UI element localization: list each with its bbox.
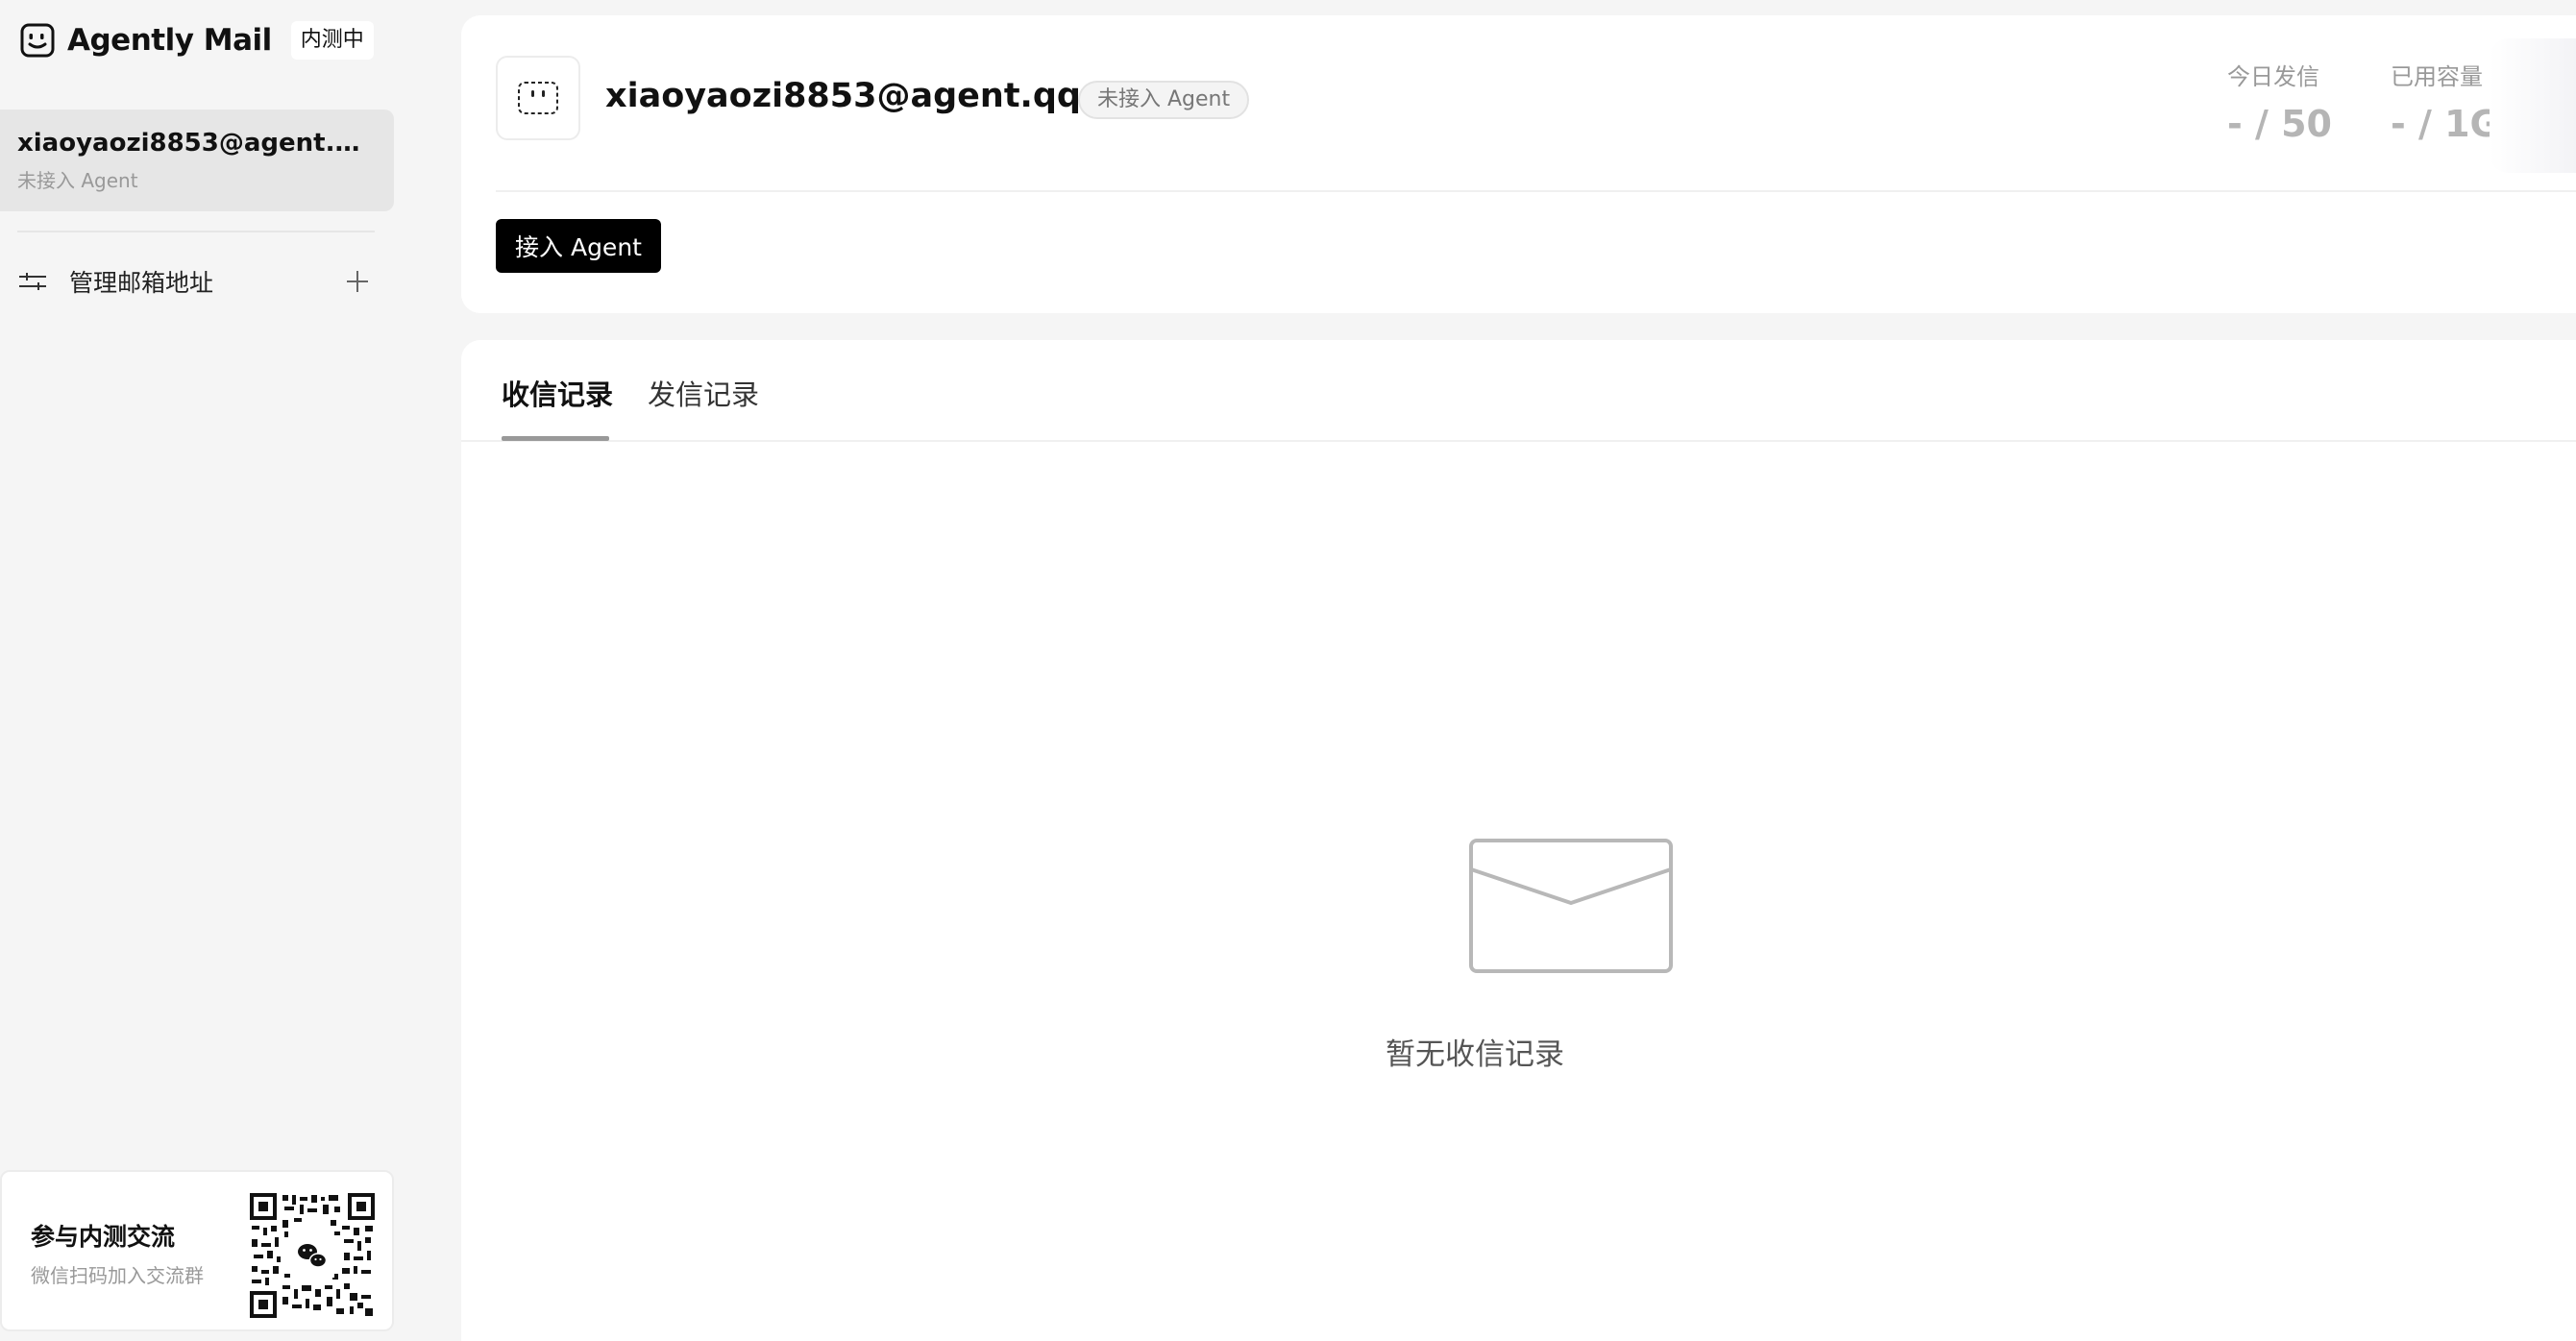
sidebar: Agently Mail 内测中 xiaoyaozi8853@agent.qq.… bbox=[0, 0, 408, 1341]
records-tabs: 收信记录 发信记录 bbox=[461, 340, 2576, 442]
records-panel: 收信记录 发信记录 暂无收信记录 bbox=[461, 340, 2576, 1341]
agent-status-badge: 未接入 Agent bbox=[1078, 81, 1250, 119]
header-edge-decoration bbox=[2490, 38, 2576, 173]
mailbox-header: xiaoyaozi8853@agent.qq.com 未接入 Agent 今日发… bbox=[461, 15, 2576, 313]
agent-placeholder-icon bbox=[518, 82, 558, 114]
beta-badge: 内测中 bbox=[290, 21, 374, 60]
agent-logo-icon bbox=[20, 23, 55, 58]
community-card: 参与内测交流 微信扫码加入交流群 bbox=[0, 1170, 394, 1331]
empty-state-text: 暂无收信记录 bbox=[1386, 1037, 1564, 1072]
account-status: 未接入 Agent bbox=[17, 169, 138, 192]
tab-sent[interactable]: 发信记录 bbox=[648, 373, 759, 413]
header-divider bbox=[496, 190, 2576, 192]
brand: Agently Mail 内测中 bbox=[19, 19, 374, 61]
manage-addresses-label: 管理邮箱地址 bbox=[69, 269, 214, 297]
sliders-icon bbox=[19, 273, 46, 290]
stat-daily-sent: 今日发信 - / 50 bbox=[2227, 58, 2332, 145]
sidebar-item-account[interactable]: xiaoyaozi8853@agent.qq.c... 未接入 Agent bbox=[0, 110, 394, 211]
plus-icon bbox=[347, 271, 368, 292]
add-address-button[interactable] bbox=[340, 264, 375, 299]
sidebar-divider bbox=[17, 231, 375, 232]
wechat-qr-code bbox=[250, 1193, 375, 1318]
community-subtitle: 微信扫码加入交流群 bbox=[31, 1264, 204, 1287]
tab-inbox[interactable]: 收信记录 bbox=[502, 373, 613, 413]
manage-addresses-button[interactable]: 管理邮箱地址 bbox=[17, 257, 375, 305]
stat-label: 今日发信 bbox=[2227, 63, 2319, 90]
envelope-icon bbox=[1469, 839, 1673, 973]
stat-value: - / 50 bbox=[2227, 103, 2332, 145]
mailbox-avatar bbox=[496, 56, 580, 140]
connect-agent-button[interactable]: 接入 Agent bbox=[496, 219, 661, 273]
app-window: Agently Mail 内测中 xiaoyaozi8853@agent.qq.… bbox=[0, 0, 2576, 1341]
community-title: 参与内测交流 bbox=[31, 1223, 176, 1251]
brand-name: Agently Mail bbox=[67, 23, 272, 58]
account-email: xiaoyaozi8853@agent.qq.c... bbox=[17, 129, 377, 158]
active-tab-indicator bbox=[502, 436, 609, 441]
